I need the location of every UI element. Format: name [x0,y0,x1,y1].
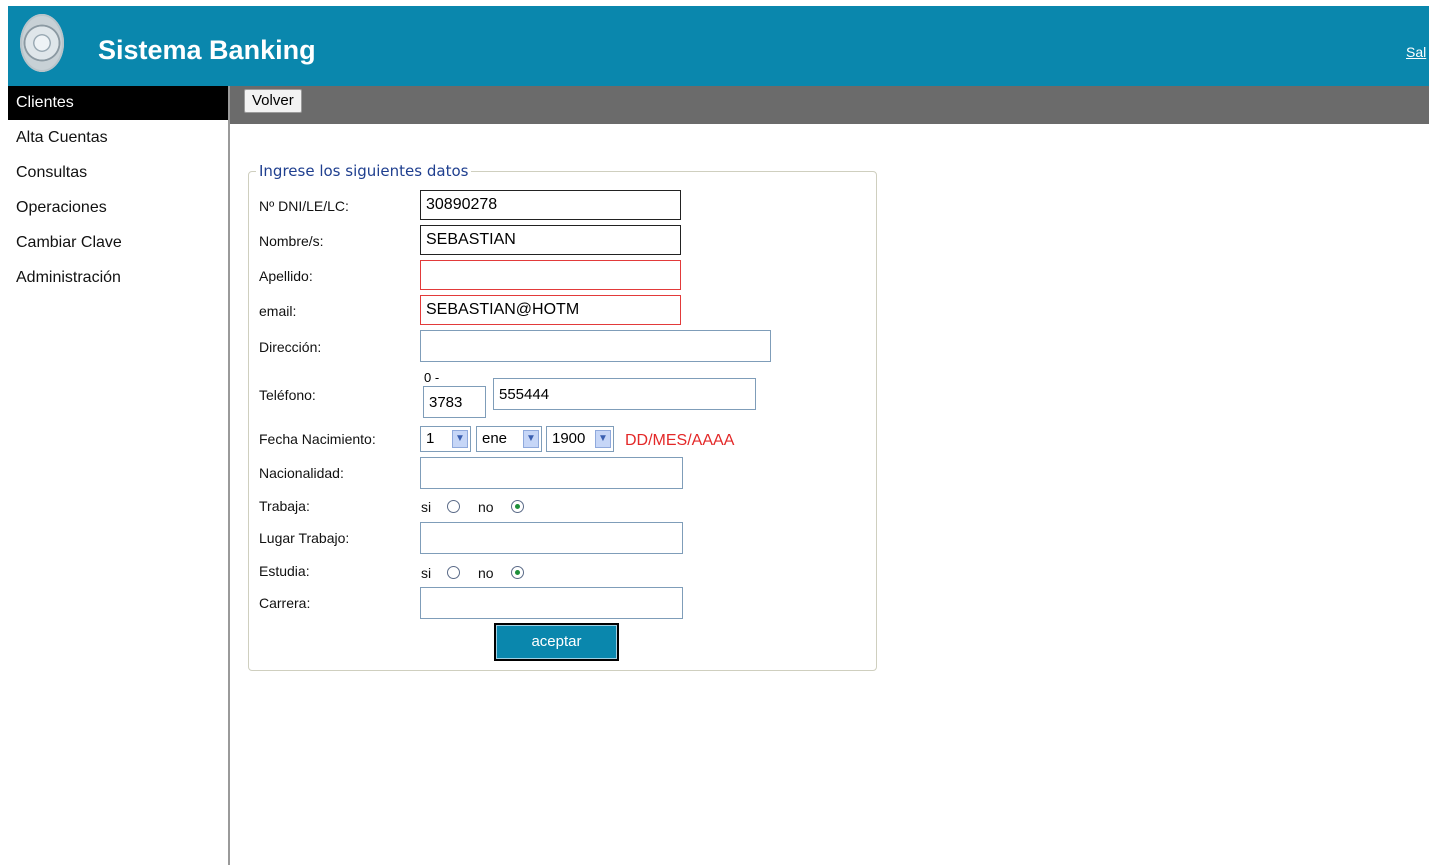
fecha-year-select[interactable]: 1900 ▼ [546,426,614,452]
fecha-day-value: 1 [426,430,435,447]
sidebar-item-cambiar-clave[interactable]: Cambiar Clave [8,225,228,260]
lugar-trabajo-label: Lugar Trabajo: [259,530,350,546]
email-label: email: [259,303,297,319]
chevron-down-icon: ▼ [452,430,468,448]
chevron-down-icon: ▼ [523,430,539,448]
estudia-no-radio[interactable] [511,566,524,579]
estudia-no-label: no [478,565,494,581]
nacionalidad-label: Nacionalidad: [259,465,344,481]
aceptar-button[interactable]: aceptar [494,623,619,661]
fecha-month-value: ene [482,430,508,447]
logout-link[interactable]: Sal [1406,44,1426,60]
sidebar-item-alta-cuentas[interactable]: Alta Cuentas [8,120,228,155]
estudia-si-radio[interactable] [447,566,460,579]
nombre-label: Nombre/s: [259,233,324,249]
telefono-number-input[interactable] [493,378,756,410]
fecha-month-select[interactable]: ene ▼ [476,426,542,452]
trabaja-no-label: no [478,499,494,515]
lugar-trabajo-input[interactable] [420,522,683,554]
direccion-label: Dirección: [259,339,322,355]
date-format-hint: DD/MES/AAAA [625,432,735,449]
telefono-label: Teléfono: [259,387,316,403]
apellido-input[interactable] [420,260,681,290]
app-title: Sistema Banking [98,35,316,65]
toolbar: Volver [230,86,1429,124]
dni-input[interactable] [420,190,681,220]
trabaja-si-label: si [421,499,432,515]
nacionalidad-input[interactable] [420,457,683,489]
dni-label: Nº DNI/LE/LC: [259,198,349,214]
form-legend: Ingrese los siguientes datos [256,162,472,180]
sidebar: Clientes Alta Cuentas Consultas Operacio… [8,86,230,865]
bank-logo-icon [20,14,64,72]
fecha-day-select[interactable]: 1 ▼ [420,426,471,452]
back-button[interactable]: Volver [244,89,302,113]
trabaja-si-radio[interactable] [447,500,460,513]
estudia-si-label: si [421,565,432,581]
sidebar-item-administracion[interactable]: Administración [8,260,228,295]
trabaja-no-radio[interactable] [511,500,524,513]
direccion-input[interactable] [420,330,771,362]
sidebar-item-operaciones[interactable]: Operaciones [8,190,228,225]
email-input[interactable] [420,295,681,325]
carrera-input[interactable] [420,587,683,619]
telefono-area-input[interactable] [423,386,486,418]
chevron-down-icon: ▼ [595,430,611,448]
fecha-label: Fecha Nacimiento: [259,431,376,447]
sidebar-item-consultas[interactable]: Consultas [8,155,228,190]
carrera-label: Carrera: [259,595,311,611]
telefono-prefix-label: 0 - [424,370,440,385]
apellido-label: Apellido: [259,268,313,284]
estudia-label: Estudia: [259,563,310,579]
fecha-year-value: 1900 [552,430,586,447]
app-header: Sistema Banking [8,6,1429,86]
sidebar-item-clientes[interactable]: Clientes [8,86,228,120]
nombre-input[interactable] [420,225,681,255]
trabaja-label: Trabaja: [259,498,310,514]
